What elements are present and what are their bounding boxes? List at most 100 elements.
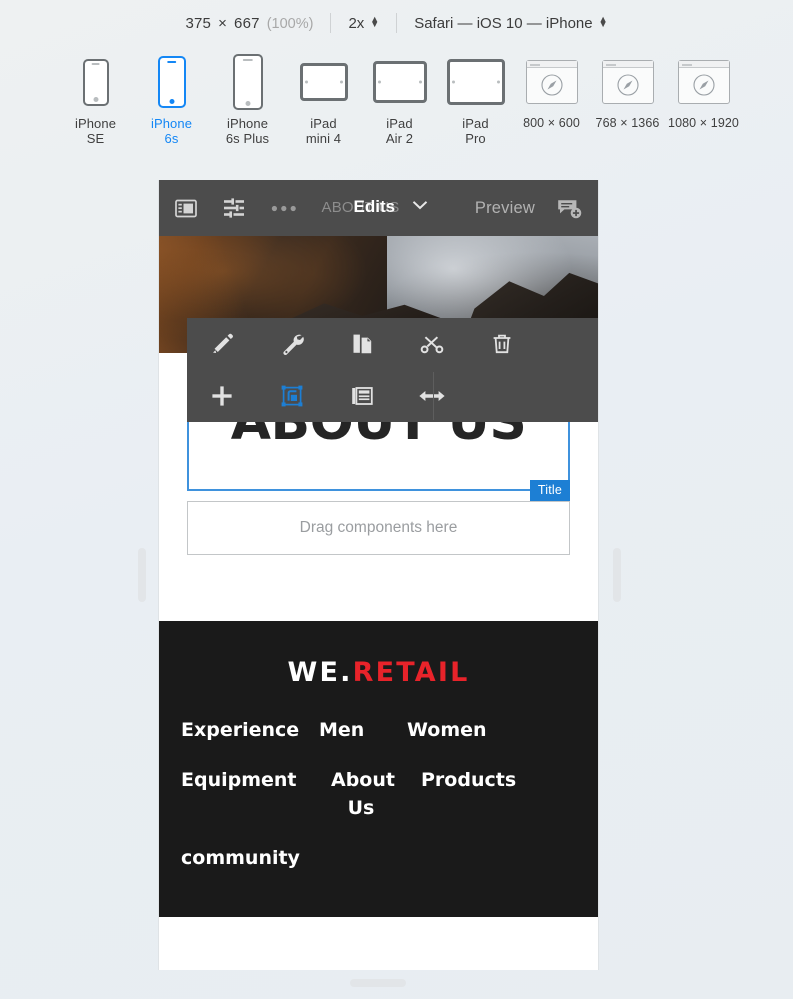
toolbar-divider [433,372,434,420]
device-preset-768x1366[interactable]: 768 × 1366 [590,54,666,131]
device-label: 1080 × 1920 [668,116,739,130]
divider [330,13,332,33]
resize-horizontal-button[interactable] [397,386,467,406]
resize-handle-bottom[interactable] [350,979,406,987]
cut-button[interactable] [397,331,467,357]
footer-link-about-us[interactable]: About Us [331,766,395,822]
wrench-icon [283,334,304,355]
sliders-icon[interactable] [223,198,245,218]
select-parent-button[interactable] [257,383,327,409]
divider [396,13,398,33]
plus-icon [212,386,232,406]
device-label: 800 × 600 [523,116,580,130]
device-label-line1: iPad [310,116,337,131]
preview-button[interactable]: Preview [475,199,535,218]
device-preset-ipad-air-2[interactable]: iPad Air 2 [362,54,438,146]
device-label: 768 × 1366 [595,116,660,130]
copy-icon [353,334,372,354]
context-toolbar-row-1 [187,318,598,370]
footer-link-experience[interactable]: Experience [181,716,299,744]
dimension-separator: × [218,14,228,32]
brand-name-accent: RETAIL [352,657,470,688]
device-label-line2: 6s Plus [225,131,270,146]
device-label-line2: SE [86,131,105,146]
tablet-icon [446,54,505,110]
layout-button[interactable] [327,383,397,409]
safari-browser-icon [525,54,578,110]
device-label-line1: iPhone [226,116,269,131]
device-label-line1: iPhone [74,116,117,131]
device-preset-1080x1920[interactable]: 1080 × 1920 [666,54,742,131]
ellipsis-icon[interactable] [271,205,297,212]
browser-selector[interactable]: Safari — iOS 10 — iPhone ▲ ▼ [414,15,607,32]
edit-pencil-button[interactable] [187,331,257,357]
layout-icon [352,387,373,405]
footer-link-men[interactable]: Men [319,716,377,744]
copy-button[interactable] [327,331,397,357]
device-preset-ipad-pro[interactable]: iPad Pro [438,54,514,146]
stepper-icon[interactable]: ▲ ▼ [599,15,608,29]
footer-link-products[interactable]: Products [421,766,517,822]
device-preset-iphone-6s-plus[interactable]: iPhone 6s Plus [210,54,286,146]
safari-browser-icon [677,54,730,110]
brand-name-primary: WE. [287,657,353,688]
page-whitespace [159,555,598,621]
device-label-line1: iPad [462,116,489,131]
device-label-line2: 6s [164,131,179,146]
resize-handle-right[interactable] [613,548,621,602]
chevron-down-icon[interactable] [412,200,428,210]
scale-value: 2x [348,14,365,32]
zoom-percent: (100%) [266,15,314,32]
pencil-icon [213,333,233,353]
device-viewport: ABOUT US Edits Preview ABOUT US Title Dr… [158,180,599,970]
device-size-bar: 375 × 667 (100%) 2x ▲ ▼ Safari — iOS 10 —… [0,0,793,42]
select-parent-icon [281,385,303,407]
device-label-line2: mini 4 [305,131,342,146]
brand-logo: WE.RETAIL [159,657,598,688]
drop-zone-label: Drag components here [299,519,458,536]
component-drop-zone[interactable]: Drag components here [187,501,570,555]
device-height: 667 [234,14,260,32]
device-preset-ipad-mini-4[interactable]: iPad mini 4 [286,54,362,146]
scissors-icon [420,336,444,354]
tablet-icon [299,54,348,110]
footer-navigation: Experience Men Women Equipment About Us … [159,716,598,872]
browser-value: Safari — iOS 10 — iPhone [414,14,593,32]
editor-toolbar: ABOUT US Edits Preview [159,180,598,236]
device-label-line2: Pro [465,131,486,146]
stepper-icon[interactable]: ▲ ▼ [370,15,379,29]
editor-mode-label: Edits [353,197,396,216]
device-label-line1: iPhone [150,116,193,131]
device-label-line1: iPad [386,116,413,131]
preview-canvas: ABOUT US Edits Preview ABOUT US Title Dr… [0,168,793,999]
component-type-badge: Title [529,480,570,501]
footer-link-community[interactable]: community [181,844,301,872]
footer-link-women[interactable]: Women [407,716,503,744]
phone-icon [82,54,109,110]
phone-icon [232,54,263,110]
device-width: 375 [185,14,212,32]
safari-browser-icon [601,54,654,110]
scale-selector[interactable]: 2x ▲ ▼ [348,15,379,32]
context-toolbar-row-2 [187,370,598,422]
resize-handle-left[interactable] [138,548,146,602]
component-context-toolbar [187,318,598,422]
trash-icon [493,334,511,354]
footer-link-equipment[interactable]: Equipment [181,766,301,822]
configure-button[interactable] [257,331,327,357]
device-label-line2: Air 2 [385,131,414,146]
delete-button[interactable] [467,331,537,357]
phone-icon [157,54,186,110]
site-footer: WE.RETAIL Experience Men Women Equipment… [159,621,598,917]
tablet-icon [372,54,427,110]
arrows-horizontal-icon [419,391,445,401]
sidebar-panel-icon[interactable] [175,199,197,218]
device-preset-iphone-se[interactable]: iPhone SE [58,54,134,146]
device-presets: iPhone SE iPhone 6s iPhone 6s Plus iPad mini… [0,54,793,146]
insert-button[interactable] [187,383,257,409]
current-page-name: ABOUT US [321,199,400,216]
dimensions-group: 375 × 667 (100%) [185,15,313,32]
add-comment-icon[interactable] [557,198,582,219]
device-preset-800x600[interactable]: 800 × 600 [514,54,590,131]
device-preset-iphone-6s[interactable]: iPhone 6s [134,54,210,146]
